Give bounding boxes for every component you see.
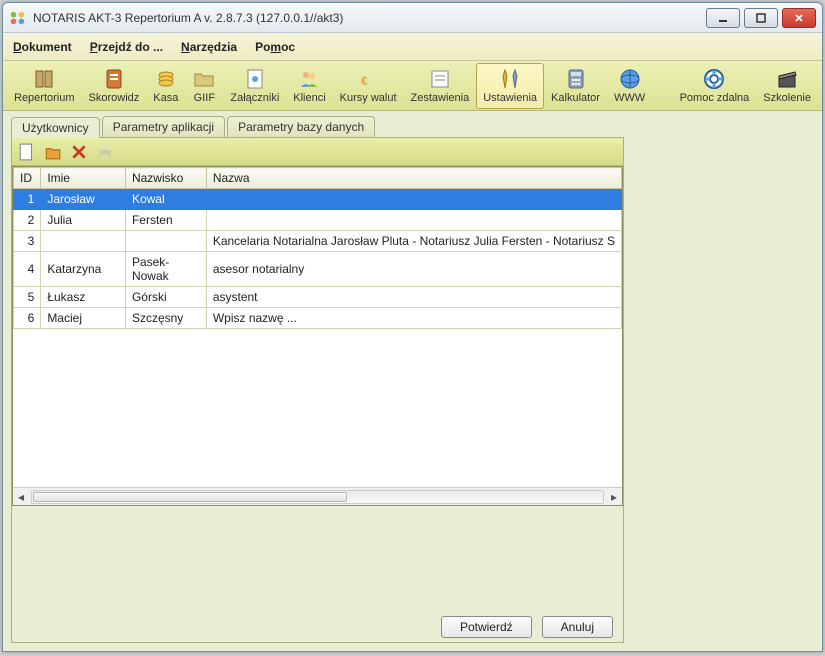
potwierdz-button[interactable]: Potwierdź bbox=[441, 616, 532, 638]
content-area: Użytkownicy Parametry aplikacji Parametr… bbox=[3, 111, 822, 651]
minimize-button[interactable] bbox=[706, 8, 740, 28]
menubar: Dokument Przejdź do ... Narzędzia Pomoc bbox=[3, 33, 822, 61]
users-grid[interactable]: ID Imie Nazwisko Nazwa 1 Jarosław Kowal bbox=[13, 167, 622, 329]
scroll-right-icon[interactable]: ▸ bbox=[606, 490, 622, 504]
main-window: NOTARIS AKT-3 Repertorium A v. 2.8.7.3 (… bbox=[2, 2, 823, 652]
table-row[interactable]: 3 Kancelaria Notarialna Jarosław Pluta -… bbox=[14, 231, 622, 252]
tool-zestawienia[interactable]: Zestawienia bbox=[404, 63, 477, 109]
tool-klienci[interactable]: Klienci bbox=[286, 63, 332, 109]
tool-kasa[interactable]: Kasa bbox=[146, 63, 185, 109]
lifebuoy-icon bbox=[702, 67, 726, 91]
table-row[interactable]: 6 Maciej Szczęsny Wpisz nazwę ... bbox=[14, 308, 622, 329]
header-imie[interactable]: Imie bbox=[41, 168, 126, 189]
menu-dokument[interactable]: Dokument bbox=[13, 40, 72, 54]
tab-parametry-aplikacji[interactable]: Parametry aplikacji bbox=[102, 116, 225, 137]
euro-icon: € bbox=[356, 67, 380, 91]
scroll-track[interactable] bbox=[31, 490, 604, 504]
calculator-icon bbox=[564, 67, 588, 91]
table-row[interactable]: 5 Łukasz Górski asystent bbox=[14, 287, 622, 308]
folder-icon bbox=[192, 67, 216, 91]
close-button[interactable] bbox=[782, 8, 816, 28]
tool-zalaczniki[interactable]: Załączniki bbox=[223, 63, 286, 109]
anuluj-button[interactable]: Anuluj bbox=[542, 616, 613, 638]
svg-text:€: € bbox=[361, 74, 368, 88]
tool-kursy[interactable]: € Kursy walut bbox=[333, 63, 404, 109]
scroll-left-icon[interactable]: ◂ bbox=[13, 490, 29, 504]
scroll-thumb[interactable] bbox=[33, 492, 347, 502]
tab-uzytkownicy[interactable]: Użytkownicy bbox=[11, 117, 100, 138]
grid-body[interactable]: ID Imie Nazwisko Nazwa 1 Jarosław Kowal bbox=[13, 167, 622, 487]
report-icon bbox=[428, 67, 452, 91]
header-id[interactable]: ID bbox=[14, 168, 41, 189]
table-row[interactable]: 1 Jarosław Kowal bbox=[14, 189, 622, 210]
table-row[interactable]: 2 Julia Fersten bbox=[14, 210, 622, 231]
maximize-button[interactable] bbox=[744, 8, 778, 28]
menu-pomoc[interactable]: Pomoc bbox=[255, 40, 295, 54]
menu-narzedzia[interactable]: Narzędzia bbox=[181, 40, 237, 54]
open-folder-icon[interactable] bbox=[44, 143, 62, 161]
new-icon[interactable] bbox=[18, 143, 36, 161]
coins-icon bbox=[154, 67, 178, 91]
footer-buttons: Potwierdź Anuluj bbox=[12, 602, 623, 642]
app-icon bbox=[9, 9, 27, 27]
menu-przejdz[interactable]: Przejdź do ... bbox=[90, 40, 163, 54]
header-nazwisko[interactable]: Nazwisko bbox=[125, 168, 206, 189]
horizontal-scrollbar[interactable]: ◂ ▸ bbox=[13, 487, 622, 505]
tool-www[interactable]: WWW bbox=[607, 63, 652, 109]
tools-icon bbox=[498, 67, 522, 91]
tool-giif[interactable]: GIIF bbox=[185, 63, 223, 109]
tool-szkolenie[interactable]: Szkolenie bbox=[756, 63, 818, 109]
attachment-icon bbox=[243, 67, 267, 91]
binder-icon bbox=[102, 67, 126, 91]
people-icon bbox=[297, 67, 321, 91]
header-nazwa[interactable]: Nazwa bbox=[206, 168, 621, 189]
tool-repertorium[interactable]: Repertorium bbox=[7, 63, 82, 109]
delete-icon[interactable] bbox=[70, 143, 88, 161]
print-icon[interactable] bbox=[96, 143, 114, 161]
tool-skorowidz[interactable]: Skorowidz bbox=[82, 63, 147, 109]
tab-parametry-bazy[interactable]: Parametry bazy danych bbox=[227, 116, 375, 137]
window-title: NOTARIS AKT-3 Repertorium A v. 2.8.7.3 (… bbox=[33, 11, 343, 25]
tool-pomoc-zdalna[interactable]: Pomoc zdalna bbox=[673, 63, 757, 109]
table-row[interactable]: 4 Katarzyna Pasek-Nowak asesor notarialn… bbox=[14, 252, 622, 287]
tool-ustawienia[interactable]: Ustawienia bbox=[476, 63, 544, 109]
tabs-row: Użytkownicy Parametry aplikacji Parametr… bbox=[11, 115, 814, 137]
grid-wrap: ID Imie Nazwisko Nazwa 1 Jarosław Kowal bbox=[12, 166, 623, 506]
clapper-icon bbox=[775, 67, 799, 91]
globe-icon bbox=[618, 67, 642, 91]
book-icon bbox=[32, 67, 56, 91]
panel-toolbar bbox=[12, 138, 623, 166]
tool-kalkulator[interactable]: Kalkulator bbox=[544, 63, 607, 109]
titlebar[interactable]: NOTARIS AKT-3 Repertorium A v. 2.8.7.3 (… bbox=[3, 3, 822, 33]
toolbar: Repertorium Skorowidz Kasa GIIF Załączni… bbox=[3, 61, 822, 111]
panel-uzytkownicy: ID Imie Nazwisko Nazwa 1 Jarosław Kowal bbox=[11, 137, 624, 643]
